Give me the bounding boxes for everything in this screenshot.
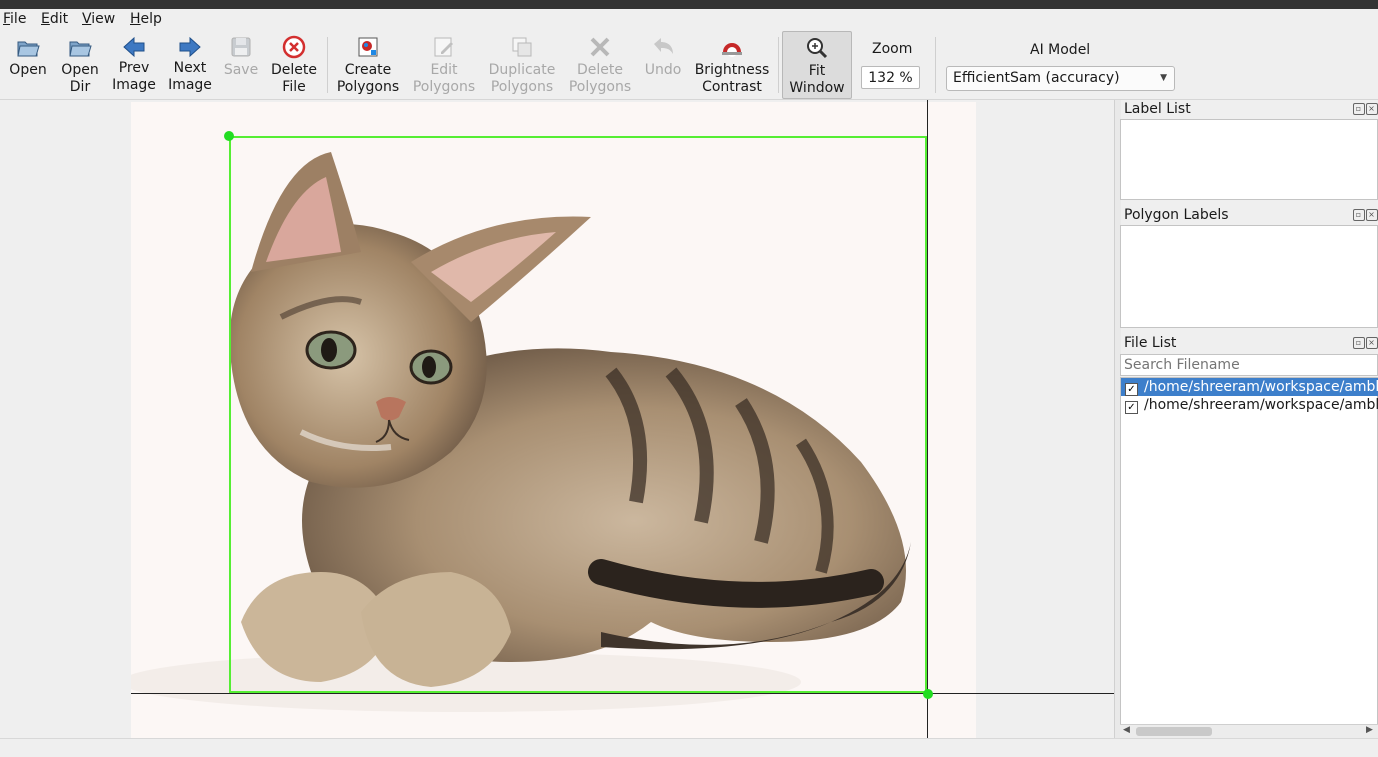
arrow-right-icon — [179, 36, 201, 58]
scroll-right-icon[interactable]: ▶ — [1366, 725, 1373, 735]
file-list-item[interactable]: ✓ /home/shreeram/workspace/ambl/ — [1121, 396, 1378, 414]
menu-edit[interactable]: Edit — [41, 11, 68, 27]
delete-file-button[interactable]: Delete File — [268, 31, 320, 99]
ai-model-label: AI Model — [1030, 42, 1091, 58]
bounding-box[interactable] — [229, 136, 927, 693]
edit-polygons-button[interactable]: Edit Polygons — [408, 31, 480, 99]
prev-image-button[interactable]: Prev Image — [110, 31, 158, 99]
create-polygon-icon — [358, 37, 378, 57]
undo-label: Undo — [644, 62, 682, 78]
file-path: /home/shreeram/workspace/ambl/ — [1144, 379, 1378, 395]
open-button[interactable]: Open — [7, 31, 49, 99]
delete-polygons-label: Delete Polygons — [568, 62, 632, 95]
brightness-contrast-button[interactable]: Brightness Contrast — [694, 31, 770, 99]
duplicate-polygons-label: Duplicate Polygons — [488, 62, 556, 95]
next-image-label: Next Image — [168, 60, 212, 93]
menu-bar: File Edit View Help — [0, 9, 1378, 31]
scrollbar-thumb[interactable] — [1136, 727, 1212, 736]
label-list-title: Label List — [1124, 101, 1191, 117]
open-label: Open — [9, 62, 47, 78]
floppy-disk-icon — [231, 37, 251, 57]
toolbar-separator — [778, 37, 779, 93]
brightness-contrast-label: Brightness Contrast — [694, 62, 770, 95]
image-canvas[interactable] — [0, 100, 1114, 738]
ai-model-selected: EfficientSam (accuracy) — [953, 70, 1120, 86]
float-icon[interactable]: ▫ — [1353, 337, 1365, 349]
dock-buttons: ▫ × — [1352, 103, 1378, 115]
search-filename-input[interactable] — [1120, 354, 1378, 376]
menu-file[interactable]: File — [3, 11, 26, 27]
save-button[interactable]: Save — [222, 31, 260, 99]
zoom-spinbox[interactable]: 132 % — [861, 66, 920, 89]
fit-window-label: Fit Window — [789, 63, 845, 96]
file-list-panel — [1120, 377, 1378, 738]
float-icon[interactable]: ▫ — [1353, 209, 1365, 221]
close-icon[interactable]: × — [1366, 209, 1378, 221]
dock-buttons: ▫ × — [1352, 337, 1378, 349]
scroll-left-icon[interactable]: ◀ — [1123, 725, 1130, 735]
close-x-icon — [590, 37, 610, 57]
horizontal-scrollbar[interactable]: ◀ ▶ — [1120, 724, 1378, 739]
status-bar — [0, 738, 1378, 757]
bbox-handle-top-left[interactable] — [224, 131, 234, 141]
create-polygons-label: Create Polygons — [336, 62, 400, 95]
crosshair-horizontal — [131, 693, 1114, 694]
zoom-label: Zoom — [872, 41, 913, 57]
next-image-button[interactable]: Next Image — [166, 31, 214, 99]
delete-polygons-button[interactable]: Delete Polygons — [565, 31, 635, 99]
polygon-labels-title: Polygon Labels — [1124, 207, 1229, 223]
file-list-item[interactable]: ✓ /home/shreeram/workspace/ambl/ — [1121, 378, 1378, 396]
label-list-panel[interactable] — [1120, 119, 1378, 200]
toolbar-separator — [327, 37, 328, 93]
menu-view[interactable]: View — [82, 11, 115, 27]
close-icon[interactable]: × — [1366, 103, 1378, 115]
checkbox-checked-icon[interactable]: ✓ — [1125, 383, 1138, 396]
ai-model-dropdown[interactable]: EfficientSam (accuracy) ▼ — [946, 66, 1175, 91]
polygon-labels-panel[interactable] — [1120, 225, 1378, 328]
save-label: Save — [223, 62, 259, 78]
checkbox-checked-icon[interactable]: ✓ — [1125, 401, 1138, 414]
float-icon[interactable]: ▫ — [1353, 103, 1365, 115]
file-path: /home/shreeram/workspace/ambl/ — [1144, 397, 1378, 413]
brightness-contrast-icon — [722, 43, 742, 57]
file-list-title: File List — [1124, 335, 1177, 351]
create-polygons-button[interactable]: Create Polygons — [334, 31, 402, 99]
edit-icon — [434, 37, 453, 57]
folder-open-icon — [69, 41, 92, 57]
delete-circle-icon — [282, 35, 306, 59]
chevron-down-icon: ▼ — [1160, 73, 1167, 83]
toolbar-separator — [935, 37, 936, 93]
folder-open-icon — [17, 41, 40, 57]
open-dir-button[interactable]: Open Dir — [58, 31, 102, 99]
delete-file-label: Delete File — [271, 62, 317, 95]
dock-buttons: ▫ × — [1352, 209, 1378, 221]
close-icon[interactable]: × — [1366, 337, 1378, 349]
duplicate-icon — [512, 37, 532, 57]
bbox-handle-bottom-right[interactable] — [923, 689, 933, 699]
crosshair-vertical — [927, 100, 928, 738]
duplicate-polygons-button[interactable]: Duplicate Polygons — [484, 31, 560, 99]
window-titlebar — [0, 0, 1378, 9]
edit-polygons-label: Edit Polygons — [412, 62, 476, 95]
menu-help[interactable]: Help — [130, 11, 162, 27]
arrow-left-icon — [123, 36, 145, 58]
fit-window-button[interactable]: Fit Window — [782, 31, 852, 99]
zoom-fit-icon — [807, 38, 828, 59]
undo-icon — [654, 38, 673, 54]
prev-image-label: Prev Image — [112, 60, 156, 93]
open-dir-label: Open Dir — [61, 62, 99, 95]
undo-button[interactable]: Undo — [641, 31, 685, 99]
